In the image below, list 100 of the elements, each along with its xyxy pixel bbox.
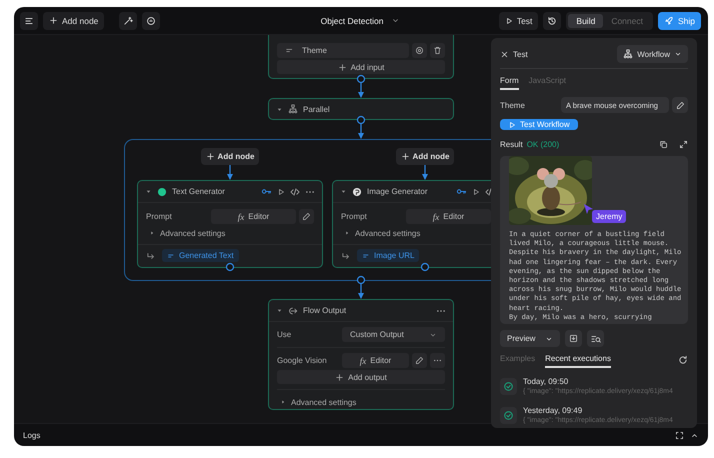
delete-button[interactable] — [430, 43, 445, 58]
expand-button[interactable] — [679, 140, 688, 148]
settings-button[interactable] — [412, 43, 427, 58]
field-label: Prompt — [341, 212, 368, 221]
caret-down-icon — [276, 106, 283, 112]
field-value: Editor — [443, 212, 464, 221]
port-handle[interactable] — [226, 262, 234, 272]
port-handle[interactable] — [356, 116, 366, 124]
history-tab[interactable]: Recent executions — [545, 354, 611, 368]
code-icon — [290, 186, 300, 196]
workflow-title[interactable]: Object Detection — [320, 16, 384, 26]
advanced-settings-toggle[interactable]: Advanced settings — [160, 228, 226, 238]
magic-wand-button[interactable] — [119, 12, 138, 30]
output-chip[interactable]: Generated Text — [162, 249, 239, 262]
caret-down-icon — [145, 188, 152, 195]
rocket-icon — [664, 16, 674, 26]
add-input-button[interactable]: Add input — [277, 60, 445, 74]
user-tag: Jeremy — [592, 210, 626, 223]
editor-field[interactable]: fx Editor — [342, 353, 409, 368]
plus-icon — [49, 16, 58, 25]
plus-icon — [206, 152, 215, 161]
output-select[interactable]: Custom Output — [342, 327, 445, 342]
close-icon — [500, 50, 509, 58]
menu-icon — [24, 16, 34, 26]
chevron-down-icon — [674, 50, 682, 58]
input-field[interactable]: Theme — [277, 43, 409, 58]
save-button[interactable] — [565, 330, 582, 347]
add-node-button[interactable]: Add node — [201, 148, 259, 165]
search-button[interactable] — [587, 330, 604, 347]
edit-button[interactable] — [299, 209, 314, 224]
execution-time[interactable]: Today, 09:50 — [523, 377, 673, 386]
play-icon — [277, 188, 285, 196]
add-output-button[interactable]: Add output — [277, 370, 445, 384]
port-handle[interactable] — [356, 276, 366, 284]
plus-icon — [338, 62, 347, 72]
advanced-settings-toggle[interactable]: Advanced settings — [355, 228, 420, 238]
history-button[interactable] — [543, 12, 562, 30]
close-button[interactable] — [500, 50, 509, 58]
port-handle[interactable] — [420, 262, 430, 272]
select-value: Custom Output — [350, 330, 404, 339]
copy-button[interactable] — [659, 140, 668, 148]
text-lines-icon — [362, 252, 370, 260]
node-title: Image Generator — [367, 187, 428, 196]
check-circle-icon — [503, 380, 514, 392]
caret-right-icon — [280, 399, 286, 405]
edit-button[interactable] — [412, 353, 427, 368]
refresh-button[interactable] — [678, 354, 688, 364]
node-title: Text Generator — [172, 187, 225, 196]
editor-field[interactable]: fx Editor — [211, 209, 296, 224]
text-lines-icon — [167, 252, 175, 260]
function-glyph: fx — [432, 212, 440, 222]
edit-button[interactable] — [672, 97, 688, 113]
pencil-icon — [415, 356, 424, 365]
play-icon — [472, 188, 480, 196]
port-handle[interactable] — [356, 74, 366, 84]
model-dot-icon — [157, 186, 167, 196]
advanced-settings-toggle[interactable]: Advanced settings — [291, 398, 356, 406]
preview-dropdown[interactable]: Preview — [500, 330, 560, 347]
function-glyph: fx — [360, 356, 366, 366]
connector-arrow — [358, 124, 364, 139]
menu-button[interactable] — [20, 12, 38, 30]
panel-title: Test — [513, 50, 528, 58]
return-arrow-icon — [146, 250, 156, 260]
save-icon — [569, 334, 578, 343]
execution-time[interactable]: Yesterday, 09:49 — [523, 406, 673, 415]
add-node-button[interactable]: Add node — [396, 148, 454, 165]
workflow-dropdown[interactable]: Workflow — [617, 45, 688, 63]
function-glyph: fx — [238, 212, 244, 222]
return-arrow-icon — [341, 250, 351, 260]
field-label: Prompt — [146, 212, 173, 221]
check-circle-icon — [503, 410, 514, 420]
result-label: Result — [500, 140, 523, 148]
add-node-button[interactable]: Add node — [43, 12, 104, 30]
field-label: Use — [277, 330, 292, 339]
pencil-icon — [302, 212, 311, 221]
chat-button[interactable] — [142, 12, 160, 30]
panel-tab[interactable]: Form — [500, 76, 519, 90]
caret-down-icon — [340, 188, 347, 195]
caret-right-icon — [344, 230, 350, 236]
history-icon — [547, 16, 558, 26]
plus-icon — [335, 372, 344, 382]
model-badge-icon — [352, 186, 362, 196]
status-text: OK (200) — [526, 140, 560, 148]
refresh-icon — [678, 354, 688, 364]
plus-icon — [400, 152, 410, 161]
connector-arrow — [358, 83, 364, 98]
pencil-icon — [676, 100, 684, 110]
chat-icon — [146, 16, 156, 26]
fullscreen-icon — [675, 430, 684, 440]
test-button[interactable]: Test — [498, 12, 538, 30]
connector-arrow — [422, 165, 428, 180]
play-icon — [504, 16, 513, 24]
mode-tab[interactable]: Build — [568, 14, 604, 28]
caret-down-icon — [276, 307, 283, 314]
text-lines-icon — [285, 46, 294, 55]
fullscreen-button[interactable] — [675, 430, 684, 440]
hierarchy-icon — [623, 49, 634, 59]
field-value: Editor — [370, 356, 392, 365]
output-chip[interactable]: Image URL — [357, 249, 420, 262]
editor-field[interactable]: fx Editor — [406, 209, 491, 224]
